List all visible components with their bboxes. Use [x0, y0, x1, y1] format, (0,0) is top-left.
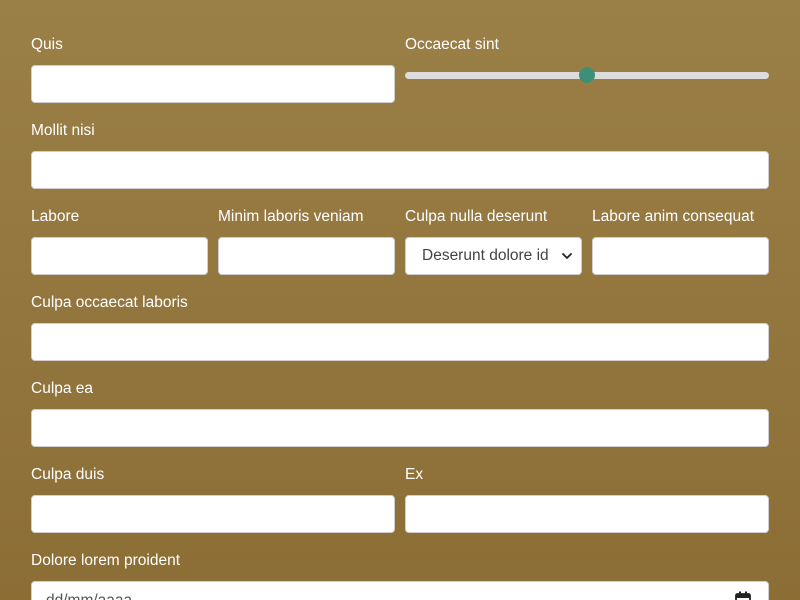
field-label: Mollit nisi	[31, 122, 95, 139]
field-label: Culpa nulla deserunt	[405, 208, 548, 225]
field-occaecat-sint: Occaecat sint	[405, 34, 769, 103]
field-mollit-nisi: Mollit nisi	[31, 120, 769, 189]
culpa-nulla-deserunt-select[interactable]: Deserunt dolore id	[405, 237, 582, 275]
calendar-icon[interactable]	[735, 591, 751, 600]
form-row: Quis Occaecat sint	[31, 34, 769, 103]
slider-thumb[interactable]	[579, 67, 595, 83]
field-label: Labore anim consequat	[592, 208, 755, 225]
field-label: Quis	[31, 36, 63, 53]
field-label: Culpa ea	[31, 380, 94, 397]
field-culpa-nulla-deserunt: Culpa nulla deserunt Deserunt dolore id	[405, 206, 582, 275]
field-labore-anim-consequat: Labore anim consequat	[592, 206, 769, 275]
field-label: Ex	[405, 466, 424, 483]
occaecat-sint-slider[interactable]	[405, 65, 769, 103]
labore-input[interactable]	[31, 237, 208, 275]
form-row: Labore Minim laboris veniam Culpa nulla …	[31, 206, 769, 275]
field-label: Culpa duis	[31, 466, 105, 483]
culpa-occaecat-laboris-input[interactable]	[31, 323, 769, 361]
field-ex: Ex	[405, 464, 769, 533]
date-placeholder: dd/mm/aaaa	[46, 592, 132, 600]
field-minim-laboris-veniam: Minim laboris veniam	[218, 206, 395, 275]
field-label: Occaecat sint	[405, 36, 499, 53]
minim-laboris-veniam-input[interactable]	[218, 237, 395, 275]
form-row: Culpa ea	[31, 378, 769, 447]
form-row: Culpa duis Ex	[31, 464, 769, 533]
select-value: Deserunt dolore id	[422, 247, 549, 264]
culpa-ea-input[interactable]	[31, 409, 769, 447]
field-labore: Labore	[31, 206, 208, 275]
labore-anim-consequat-input[interactable]	[592, 237, 769, 275]
dolore-lorem-proident-date-input[interactable]: dd/mm/aaaa	[31, 581, 769, 600]
field-label: Labore	[31, 208, 80, 225]
field-quis: Quis	[31, 34, 395, 103]
field-culpa-occaecat-laboris: Culpa occaecat laboris	[31, 292, 769, 361]
culpa-duis-input[interactable]	[31, 495, 395, 533]
form-row: Mollit nisi	[31, 120, 769, 189]
form-row: Culpa occaecat laboris	[31, 292, 769, 361]
quis-input[interactable]	[31, 65, 395, 103]
mollit-nisi-input[interactable]	[31, 151, 769, 189]
field-culpa-duis: Culpa duis	[31, 464, 395, 533]
chevron-down-icon	[562, 253, 572, 259]
form-row: Dolore lorem proident dd/mm/aaaa	[31, 550, 769, 600]
field-culpa-ea: Culpa ea	[31, 378, 769, 447]
ex-input[interactable]	[405, 495, 769, 533]
field-label: Minim laboris veniam	[218, 208, 364, 225]
field-label: Dolore lorem proident	[31, 552, 181, 569]
field-dolore-lorem-proident: Dolore lorem proident dd/mm/aaaa	[31, 550, 769, 600]
field-label: Culpa occaecat laboris	[31, 294, 188, 311]
